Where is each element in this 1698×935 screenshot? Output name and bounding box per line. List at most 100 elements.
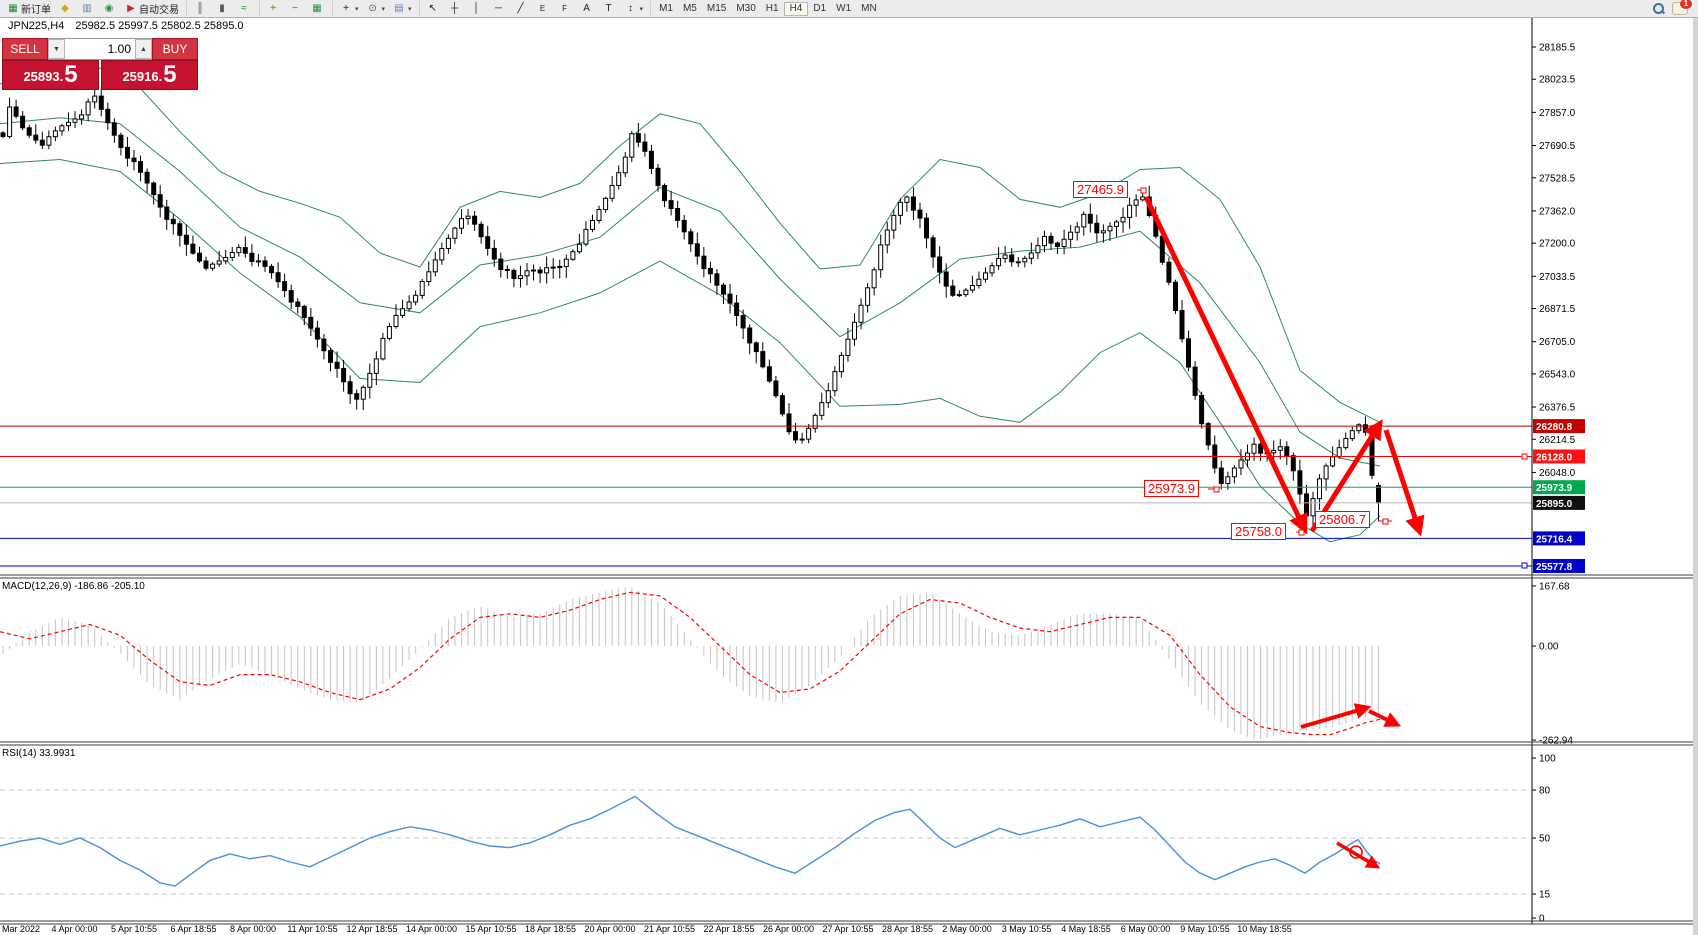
svg-text:Mar 2022: Mar 2022 bbox=[2, 924, 40, 934]
svg-text:27690.5: 27690.5 bbox=[1539, 141, 1576, 152]
svg-text:21 Apr 10:55: 21 Apr 10:55 bbox=[644, 924, 695, 934]
horizontal-line-icon: ─ bbox=[493, 3, 505, 15]
periods-button[interactable]: ⊙ ▾ bbox=[364, 2, 389, 16]
svg-text:27 Apr 10:55: 27 Apr 10:55 bbox=[822, 924, 873, 934]
text-tool-button[interactable]: A bbox=[578, 2, 598, 16]
sell-button[interactable]: SELL bbox=[2, 38, 48, 60]
bar-chart-icon: ║ bbox=[194, 3, 206, 15]
svg-text:27857.0: 27857.0 bbox=[1539, 108, 1576, 119]
fibonacci-icon: F bbox=[559, 3, 571, 15]
annotation-retest-price[interactable]: 25806.7 bbox=[1315, 511, 1370, 528]
zoom-out-button[interactable]: − bbox=[286, 2, 306, 16]
timeframe-h1-button[interactable]: H1 bbox=[761, 2, 784, 16]
templates-button[interactable]: ▤ ▾ bbox=[390, 2, 415, 16]
tile-windows-button[interactable]: ▦ bbox=[308, 2, 328, 16]
arrows-caret-icon: ▾ bbox=[640, 5, 644, 13]
market-watch-button[interactable]: ▥ bbox=[78, 2, 98, 16]
styler-button[interactable]: ◆ bbox=[56, 2, 76, 16]
svg-text:3 May 10:55: 3 May 10:55 bbox=[1002, 924, 1052, 934]
bar-chart-mode-button[interactable]: ║ bbox=[191, 2, 211, 16]
sell-price-display[interactable]: 25893. 5 bbox=[2, 60, 99, 90]
text-label-tool-button[interactable]: T bbox=[600, 2, 620, 16]
zoom-in-icon: + bbox=[267, 3, 279, 15]
vertical-line-tool-button[interactable]: │ bbox=[468, 2, 488, 16]
svg-text:26280.8: 26280.8 bbox=[1536, 422, 1573, 433]
volume-decrement-button[interactable]: ▼ bbox=[48, 39, 65, 59]
sell-price-main: 25893. bbox=[23, 67, 63, 87]
navigator-button[interactable]: ◉ bbox=[100, 2, 120, 16]
templates-caret-icon: ▾ bbox=[408, 5, 412, 13]
cursor-tool-button[interactable]: ↖ bbox=[424, 2, 444, 16]
buy-button[interactable]: BUY bbox=[152, 38, 198, 60]
horizontal-line-tool-button[interactable]: ─ bbox=[490, 2, 510, 16]
arrows-tool-button[interactable]: ↕ ▾ bbox=[622, 2, 647, 16]
svg-text:26128.0: 26128.0 bbox=[1536, 453, 1573, 464]
line-chart-mode-button[interactable]: ≈ bbox=[235, 2, 255, 16]
timeframe-m1-button[interactable]: M1 bbox=[654, 2, 678, 16]
vertical-line-icon: │ bbox=[471, 3, 483, 15]
svg-text:14 Apr 00:00: 14 Apr 00:00 bbox=[406, 924, 457, 934]
svg-text:6 May 00:00: 6 May 00:00 bbox=[1121, 924, 1171, 934]
zoom-in-button[interactable]: + bbox=[264, 2, 284, 16]
ohlc-values: 25982.5 25997.5 25802.5 25895.0 bbox=[75, 20, 243, 32]
line-chart-icon: ≈ bbox=[238, 3, 250, 15]
chart-canvas[interactable]: 26280.826128.025973.925895.025716.425577… bbox=[0, 0, 1698, 935]
svg-text:26214.5: 26214.5 bbox=[1539, 435, 1576, 446]
new-order-icon: ▦ bbox=[7, 3, 19, 15]
buy-price-big-digit: 5 bbox=[163, 63, 176, 87]
timeframe-m30-button[interactable]: M30 bbox=[731, 2, 760, 16]
templates-icon: ▤ bbox=[393, 3, 405, 15]
svg-text:25716.4: 25716.4 bbox=[1536, 534, 1573, 545]
new-order-label: 新订单 bbox=[21, 1, 51, 16]
volume-increment-button[interactable]: ▲ bbox=[135, 39, 152, 59]
fibonacci-tool-button[interactable]: F bbox=[556, 2, 576, 16]
autotrading-icon: ▶ bbox=[125, 3, 137, 15]
object-handle[interactable] bbox=[1383, 519, 1388, 524]
crosshair-tool-button[interactable]: ┼ bbox=[446, 2, 466, 16]
object-handle[interactable] bbox=[1522, 454, 1527, 459]
trendline-tool-button[interactable]: ╱ bbox=[512, 2, 532, 16]
indicators-button[interactable]: + ▾ bbox=[337, 2, 362, 16]
svg-text:26871.5: 26871.5 bbox=[1539, 304, 1576, 315]
svg-text:27200.0: 27200.0 bbox=[1539, 239, 1576, 250]
svg-text:15 Apr 10:55: 15 Apr 10:55 bbox=[465, 924, 516, 934]
new-order-button[interactable]: ▦ 新订单 bbox=[4, 2, 54, 16]
timeframe-m15-button[interactable]: M15 bbox=[702, 2, 731, 16]
object-handle[interactable] bbox=[1299, 530, 1304, 535]
equidistant-channel-icon: E bbox=[537, 3, 549, 15]
timeframe-h4-button[interactable]: H4 bbox=[784, 2, 809, 16]
svg-text:18 Apr 18:55: 18 Apr 18:55 bbox=[525, 924, 576, 934]
svg-text:167.68: 167.68 bbox=[1539, 582, 1570, 593]
svg-text:28 Apr 18:55: 28 Apr 18:55 bbox=[882, 924, 933, 934]
indicators-caret-icon: ▾ bbox=[355, 5, 359, 13]
channel-tool-button[interactable]: E bbox=[534, 2, 554, 16]
chart-title: JPN225,H4 25982.5 25997.5 25802.5 25895.… bbox=[8, 20, 244, 32]
volume-input[interactable]: 1.00 bbox=[65, 39, 135, 59]
symbol-period-label: JPN225,H4 bbox=[8, 20, 64, 32]
buy-price-display[interactable]: 25916. 5 bbox=[101, 60, 198, 90]
object-handle[interactable] bbox=[1214, 487, 1219, 492]
timeframe-w1-button[interactable]: W1 bbox=[831, 2, 856, 16]
autotrading-button[interactable]: ▶ 自动交易 bbox=[122, 2, 182, 16]
svg-text:25577.8: 25577.8 bbox=[1536, 562, 1573, 573]
search-icon[interactable] bbox=[1653, 3, 1664, 14]
market-watch-icon: ▥ bbox=[81, 3, 93, 15]
trading-app-window: 26280.826128.025973.925895.025716.425577… bbox=[0, 0, 1698, 935]
svg-text:22 Apr 18:55: 22 Apr 18:55 bbox=[703, 924, 754, 934]
candle-chart-mode-button[interactable]: ▮ bbox=[213, 2, 233, 16]
annotation-low-price[interactable]: 25758.0 bbox=[1231, 523, 1286, 540]
annotation-high-price[interactable]: 27465.9 bbox=[1073, 181, 1128, 198]
timeframe-m5-button[interactable]: M5 bbox=[678, 2, 702, 16]
window-scroll-strip[interactable] bbox=[1693, 17, 1698, 935]
object-handle[interactable] bbox=[1522, 563, 1527, 568]
svg-text:26543.0: 26543.0 bbox=[1539, 369, 1576, 380]
notifications-icon[interactable]: 1 bbox=[1672, 2, 1688, 15]
svg-text:50: 50 bbox=[1539, 834, 1551, 845]
timeframe-mn-button[interactable]: MN bbox=[856, 2, 882, 16]
object-handle[interactable] bbox=[1141, 188, 1146, 193]
broom-icon: ◆ bbox=[59, 3, 71, 15]
timeframe-d1-button[interactable]: D1 bbox=[808, 2, 831, 16]
annotation-support-price[interactable]: 25973.9 bbox=[1144, 480, 1199, 497]
svg-text:27362.0: 27362.0 bbox=[1539, 206, 1576, 217]
svg-text:28023.5: 28023.5 bbox=[1539, 75, 1576, 86]
